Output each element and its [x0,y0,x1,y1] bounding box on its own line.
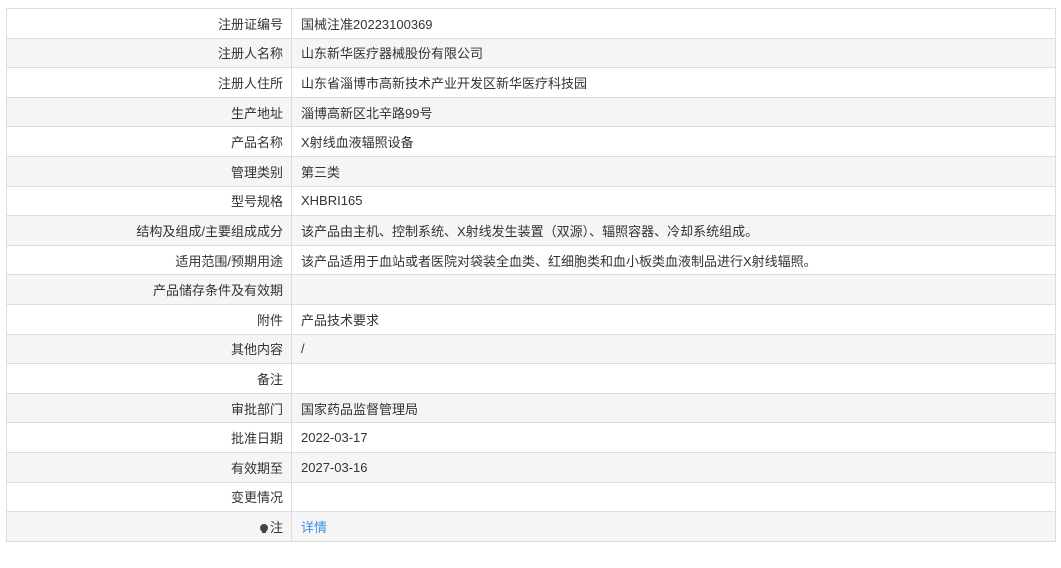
row-value: / [291,333,1056,365]
row-value: 该产品适用于血站或者医院对袋装全血类、红细胞类和血小板类血液制品进行X射线辐照。 [291,244,1056,276]
row-label: 备注 [6,363,292,394]
row-value: 第三类 [291,155,1056,187]
table-row: 型号规格 XHBRI165 [6,185,1056,217]
table-row: 注册人住所 山东省淄博市高新技术产业开发区新华医疗科技园 [6,67,1056,98]
table-row: 生产地址 淄博高新区北辛路99号 [6,96,1056,128]
row-label: 管理类别 [6,155,292,187]
table-row: 审批部门 国家药品监督管理局 [6,392,1056,424]
row-label: 注册人名称 [6,37,292,69]
note-label-cell: 注 [6,511,292,542]
row-label: 审批部门 [6,392,292,424]
table-row: 附件 产品技术要求 [6,303,1056,335]
table-row: 注 详情 [6,511,1056,542]
row-value [291,363,1056,394]
table-row: 管理类别 第三类 [6,155,1056,187]
row-value: 淄博高新区北辛路99号 [291,96,1056,128]
row-value: 产品技术要求 [291,303,1056,335]
row-value [291,481,1056,513]
table-row: 批准日期 2022-03-17 [6,422,1056,453]
row-value: 2027-03-16 [291,451,1056,483]
table-row: 适用范围/预期用途 该产品适用于血站或者医院对袋装全血类、红细胞类和血小板类血液… [6,244,1056,276]
row-label: 型号规格 [6,185,292,217]
row-value: 山东省淄博市高新技术产业开发区新华医疗科技园 [291,67,1056,98]
row-label: 生产地址 [6,96,292,128]
row-value: 国械注准20223100369 [291,8,1056,39]
table-row: 注册人名称 山东新华医疗器械股份有限公司 [6,37,1056,69]
row-label: 变更情况 [6,481,292,513]
note-label: 注 [269,519,283,535]
lightbulb-icon [259,523,268,533]
table-row: 变更情况 [6,481,1056,513]
row-value: XHBRI165 [291,185,1056,217]
table-row: 有效期至 2027-03-16 [6,451,1056,483]
note-value-cell: 详情 [291,511,1056,542]
row-label: 注册人住所 [6,67,292,98]
row-label: 产品储存条件及有效期 [6,274,292,305]
row-value: 2022-03-17 [291,422,1056,453]
row-label: 产品名称 [6,126,292,157]
table-row: 产品储存条件及有效期 [6,274,1056,305]
row-value: 山东新华医疗器械股份有限公司 [291,37,1056,69]
row-label: 其他内容 [6,333,292,365]
table-row: 备注 [6,363,1056,394]
table-row: 其他内容 / [6,333,1056,365]
row-label: 注册证编号 [6,8,292,39]
table-row: 结构及组成/主要组成成分 该产品由主机、控制系统、X射线发生装置（双源）、辐照容… [6,215,1056,246]
row-value [291,274,1056,305]
row-label: 有效期至 [6,451,292,483]
details-link[interactable]: 详情 [301,520,327,535]
row-label: 批准日期 [6,422,292,453]
row-label: 附件 [6,303,292,335]
table-row: 注册证编号 国械注准20223100369 [6,8,1056,39]
row-value: 国家药品监督管理局 [291,392,1056,424]
row-label: 结构及组成/主要组成成分 [6,215,292,246]
registration-detail-table: 注册证编号 国械注准20223100369 注册人名称 山东新华医疗器械股份有限… [6,8,1056,542]
table-row: 产品名称 X射线血液辐照设备 [6,126,1056,157]
row-value: 该产品由主机、控制系统、X射线发生装置（双源）、辐照容器、冷却系统组成。 [291,215,1056,246]
row-value: X射线血液辐照设备 [291,126,1056,157]
row-label: 适用范围/预期用途 [6,244,292,276]
